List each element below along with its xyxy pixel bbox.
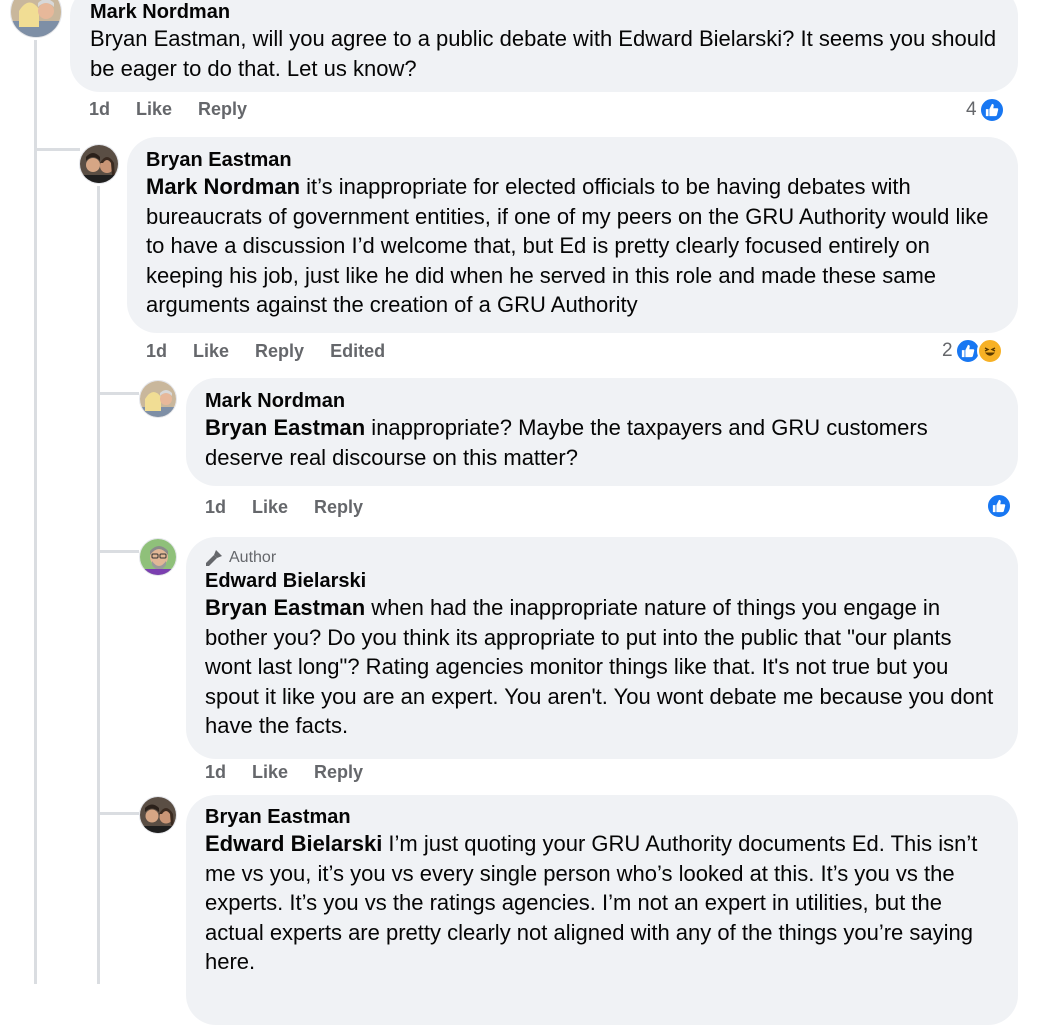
avatar[interactable]: [10, 0, 62, 38]
avatar[interactable]: [139, 538, 177, 576]
comment-text: Bryan Eastman inappropriate? Maybe the t…: [205, 413, 998, 472]
microphone-icon: [206, 550, 222, 566]
like-reaction-icon: [978, 97, 1005, 123]
comment-bubble: Author Edward Bielarski Bryan Eastman wh…: [186, 537, 1018, 759]
thread-line-nested: [97, 186, 100, 984]
comment-bubble: Bryan Eastman Edward Bielarski I’m just …: [186, 795, 1018, 1025]
haha-reaction-icon: [976, 338, 1003, 364]
avatar-photo-icon: [140, 797, 176, 833]
comment-author[interactable]: Mark Nordman: [90, 0, 998, 24]
comment-time[interactable]: 1d: [205, 497, 226, 518]
comment-bubble: Bryan Eastman Mark Nordman it’s inapprop…: [127, 137, 1018, 333]
comment-text: Edward Bielarski I’m just quoting your G…: [205, 829, 998, 977]
reaction-summary[interactable]: 2: [942, 338, 1003, 364]
avatar[interactable]: [79, 144, 119, 184]
reply-button[interactable]: Reply: [314, 497, 363, 518]
comment-actions: 1d Like Reply: [205, 762, 363, 783]
like-button[interactable]: Like: [252, 497, 288, 518]
comment-text: Mark Nordman it’s inappropriate for elec…: [146, 172, 998, 320]
avatar-photo-icon: [80, 145, 118, 183]
comment-bubble: Mark Nordman Bryan Eastman, will you agr…: [70, 0, 1018, 92]
thread-line-connector-1: [97, 392, 139, 395]
comment-text: Bryan Eastman, will you agree to a publi…: [90, 26, 997, 81]
comment-author[interactable]: Bryan Eastman: [205, 805, 998, 829]
comment-author[interactable]: Edward Bielarski: [205, 569, 998, 593]
reply-button[interactable]: Reply: [198, 99, 247, 120]
avatar[interactable]: [139, 796, 177, 834]
author-badge-label: Author: [229, 549, 277, 566]
avatar[interactable]: [139, 380, 177, 418]
mention-link[interactable]: Bryan Eastman: [205, 415, 365, 440]
like-button[interactable]: Like: [252, 762, 288, 783]
comment-time[interactable]: 1d: [205, 762, 226, 783]
reply-button[interactable]: Reply: [255, 341, 304, 362]
avatar-photo-icon: [11, 0, 61, 37]
reaction-count: 4: [966, 99, 977, 120]
avatar-photo-icon: [140, 539, 176, 575]
reaction-summary[interactable]: 4: [966, 97, 1005, 123]
reply-button[interactable]: Reply: [314, 762, 363, 783]
like-button[interactable]: Like: [193, 341, 229, 362]
mention-link[interactable]: Bryan Eastman: [205, 595, 365, 620]
comment-author[interactable]: Bryan Eastman: [146, 148, 998, 172]
thread-line-connector-3: [97, 812, 139, 815]
reaction-count: 2: [942, 340, 953, 361]
reaction-summary[interactable]: [986, 493, 1012, 519]
mention-link[interactable]: Mark Nordman: [146, 174, 300, 199]
comment-actions: 1d Like Reply: [205, 497, 363, 518]
comment-actions: 1d Like Reply Edited: [146, 341, 385, 362]
avatar-photo-icon: [140, 381, 176, 417]
like-reaction-icon: [986, 493, 1012, 519]
thread-line-root: [34, 40, 37, 984]
comment-actions: 1d Like Reply: [89, 99, 247, 120]
edited-label: Edited: [330, 341, 386, 361]
mention-link[interactable]: Edward Bielarski: [205, 831, 382, 856]
comment-time[interactable]: 1d: [89, 99, 110, 120]
comment-text: Bryan Eastman when had the inappropriate…: [205, 593, 998, 741]
thread-line-root-connector: [34, 148, 80, 151]
author-badge: Author: [205, 547, 998, 569]
comment-time[interactable]: 1d: [146, 341, 167, 362]
like-button[interactable]: Like: [136, 99, 172, 120]
comment-author[interactable]: Mark Nordman: [205, 389, 998, 413]
comment-bubble: Mark Nordman Bryan Eastman inappropriate…: [186, 378, 1018, 486]
thread-line-connector-2: [97, 550, 139, 553]
